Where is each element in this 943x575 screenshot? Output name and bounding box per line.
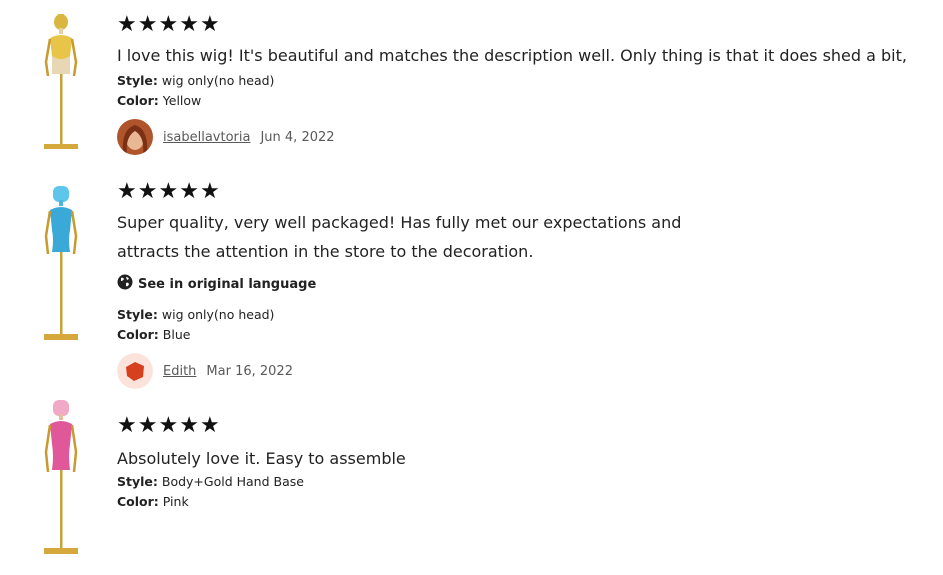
star-rating: ★ ★ ★ ★ ★ <box>117 181 923 203</box>
star-icon: ★ <box>158 413 179 438</box>
see-original-label: See in original language <box>138 276 317 292</box>
style-value: wig only(no head) <box>161 307 275 322</box>
mannequin-blue-image[interactable] <box>40 184 82 344</box>
review-text-line-2: attracts the attention in the store to t… <box>117 242 534 261</box>
star-icon: ★ <box>137 413 158 438</box>
style-label: Style: <box>117 73 158 88</box>
style-label: Style: <box>117 307 158 322</box>
star-icon: ★ <box>179 413 199 438</box>
see-original-language-button[interactable]: See in original language <box>117 274 923 294</box>
review-text: Absolutely love it. Easy to assemble <box>117 449 406 468</box>
review-text-line-1: Super quality, very well packaged! Has f… <box>117 213 682 232</box>
star-icon: ★ <box>179 12 199 37</box>
star-icon: ★ <box>158 12 179 37</box>
star-icon: ★ <box>117 12 137 37</box>
review-color: Color: Blue <box>117 325 923 345</box>
avatar[interactable] <box>117 119 153 155</box>
review-color: Color: Yellow <box>117 91 923 111</box>
star-rating: ★ ★ ★ ★ ★ <box>117 14 923 36</box>
star-icon: ★ <box>158 179 179 204</box>
style-label: Style: <box>117 474 158 489</box>
star-icon: ★ <box>137 12 158 37</box>
author-link[interactable]: Edith <box>163 364 196 379</box>
color-label: Color: <box>117 327 159 342</box>
review-style: Style: wig only(no head) <box>117 305 923 325</box>
author-link[interactable]: isabellavtoria <box>163 130 250 145</box>
review-date: Mar 16, 2022 <box>206 363 293 379</box>
color-value: Pink <box>162 494 189 509</box>
avatar[interactable] <box>117 353 153 389</box>
star-icon: ★ <box>117 179 137 204</box>
star-icon: ★ <box>137 179 158 204</box>
color-value: Blue <box>162 327 191 342</box>
color-label: Color: <box>117 93 159 108</box>
star-icon: ★ <box>199 179 220 204</box>
review-style: Style: wig only(no head) <box>117 71 923 91</box>
review-date: Jun 4, 2022 <box>260 129 335 145</box>
star-icon: ★ <box>117 413 137 438</box>
style-value: wig only(no head) <box>161 73 275 88</box>
review-author-row: isabellavtoria Jun 4, 2022 <box>117 119 923 155</box>
style-value: Body+Gold Hand Base <box>161 474 304 489</box>
star-rating: ★ ★ ★ ★ ★ <box>117 415 923 437</box>
review-author-row: Edith Mar 16, 2022 <box>117 353 923 389</box>
globe-icon <box>117 274 133 294</box>
star-icon: ★ <box>179 179 199 204</box>
star-icon: ★ <box>199 12 220 37</box>
mannequin-yellow-image[interactable] <box>40 12 82 154</box>
review-color: Color: Pink <box>117 492 923 512</box>
color-value: Yellow <box>162 93 202 108</box>
color-label: Color: <box>117 494 159 509</box>
review-style: Style: Body+Gold Hand Base <box>117 472 923 492</box>
star-icon: ★ <box>199 413 220 438</box>
mannequin-pink-image[interactable] <box>40 398 82 558</box>
review-text: I love this wig! It's beautiful and matc… <box>117 46 907 65</box>
